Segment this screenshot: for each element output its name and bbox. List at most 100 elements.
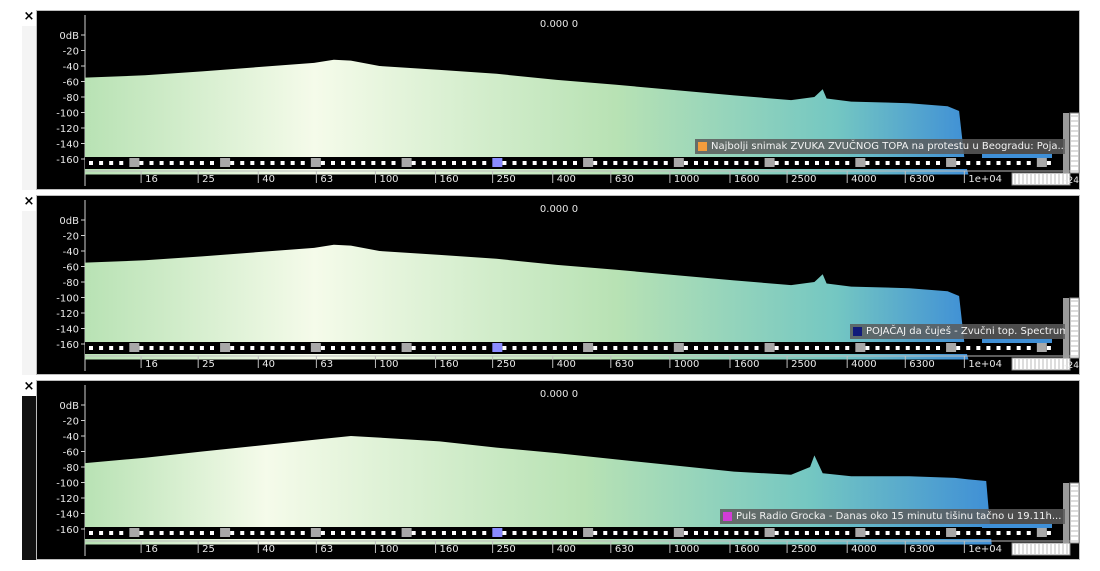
band-marker[interactable] (290, 531, 295, 535)
band-marker[interactable] (754, 531, 759, 535)
band-marker[interactable] (643, 161, 648, 165)
band-marker[interactable] (441, 346, 446, 350)
band-marker[interactable] (472, 161, 477, 165)
band-marker[interactable] (300, 346, 305, 350)
band-marker[interactable] (351, 346, 356, 350)
band-marker[interactable] (159, 346, 164, 350)
band-marker[interactable] (119, 346, 124, 350)
band-marker[interactable] (542, 531, 547, 535)
band-marker[interactable] (633, 161, 638, 165)
band-marker[interactable] (936, 531, 940, 535)
band-marker[interactable] (401, 343, 412, 352)
band-marker[interactable] (421, 531, 426, 535)
band-marker[interactable] (633, 531, 638, 535)
band-marker[interactable] (512, 161, 517, 165)
band-marker[interactable] (875, 531, 880, 535)
band-marker[interactable] (310, 528, 321, 537)
band-marker[interactable] (714, 531, 719, 535)
band-marker[interactable] (532, 161, 537, 165)
band-marker[interactable] (804, 346, 809, 350)
band-marker[interactable] (119, 531, 124, 535)
band-marker[interactable] (270, 161, 275, 165)
band-marker[interactable] (371, 161, 376, 165)
band-marker[interactable] (411, 346, 416, 350)
band-marker[interactable] (331, 531, 335, 535)
band-marker[interactable] (1046, 161, 1051, 165)
band-marker[interactable] (714, 161, 719, 165)
band-marker[interactable] (129, 158, 140, 167)
band-marker[interactable] (189, 161, 194, 165)
band-marker[interactable] (825, 161, 830, 165)
band-marker[interactable] (502, 531, 507, 535)
band-marker[interactable] (542, 346, 547, 350)
band-marker[interactable] (270, 531, 275, 535)
band-marker[interactable] (895, 531, 900, 535)
band-marker[interactable] (210, 531, 214, 535)
band-marker[interactable] (673, 158, 684, 167)
band-marker[interactable] (452, 531, 456, 535)
band-marker[interactable] (89, 346, 93, 350)
band-marker[interactable] (966, 161, 971, 165)
band-marker[interactable] (290, 161, 295, 165)
band-marker[interactable] (381, 531, 386, 535)
band-marker[interactable] (643, 346, 648, 350)
band-marker[interactable] (956, 346, 961, 350)
band-marker[interactable] (875, 346, 880, 350)
band-marker[interactable] (512, 531, 517, 535)
close-panel-button[interactable]: × (22, 10, 36, 24)
band-marker[interactable] (552, 161, 557, 165)
band-marker[interactable] (562, 346, 567, 350)
band-marker[interactable] (462, 346, 467, 350)
band-marker[interactable] (784, 346, 789, 350)
band-marker[interactable] (502, 161, 507, 165)
band-marker[interactable] (512, 346, 517, 350)
band-marker[interactable] (1046, 346, 1051, 350)
band-marker[interactable] (956, 531, 961, 535)
band-marker[interactable] (875, 161, 880, 165)
band-marker[interactable] (996, 531, 1001, 535)
band-marker[interactable] (240, 346, 245, 350)
band-marker[interactable] (996, 346, 1001, 350)
band-marker[interactable] (986, 346, 991, 350)
band-marker[interactable] (583, 528, 594, 537)
band-marker[interactable] (613, 531, 618, 535)
selection-range[interactable] (1011, 357, 1071, 371)
band-marker[interactable] (694, 346, 698, 350)
band-marker[interactable] (230, 531, 235, 535)
band-marker[interactable] (452, 346, 456, 350)
band-marker[interactable] (199, 161, 204, 165)
band-marker[interactable] (583, 343, 594, 352)
band-marker[interactable] (623, 161, 628, 165)
band-marker[interactable] (89, 161, 93, 165)
close-panel-button[interactable]: × (22, 380, 36, 394)
band-marker[interactable] (1046, 531, 1051, 535)
band-marker[interactable] (663, 346, 668, 350)
band-marker[interactable] (452, 161, 456, 165)
band-marker[interactable] (139, 346, 144, 350)
band-marker[interactable] (290, 346, 295, 350)
band-marker[interactable] (673, 343, 684, 352)
band-marker[interactable] (815, 346, 819, 350)
band-marker[interactable] (573, 531, 577, 535)
band-marker[interactable] (189, 531, 194, 535)
band-marker[interactable] (99, 346, 104, 350)
band-marker[interactable] (855, 158, 866, 167)
source-legend-item[interactable]: Najbolji snimak ZVUKA ZVUČNOG TOPA na pr… (695, 139, 1065, 154)
band-marker[interactable] (966, 346, 971, 350)
band-marker[interactable] (562, 161, 567, 165)
band-marker[interactable] (351, 531, 356, 535)
close-panel-button[interactable]: × (22, 195, 36, 209)
band-marker[interactable] (764, 528, 775, 537)
band-marker[interactable] (169, 161, 174, 165)
band-marker[interactable] (260, 161, 265, 165)
band-marker[interactable] (260, 346, 265, 350)
band-marker[interactable] (683, 346, 688, 350)
band-marker[interactable] (774, 531, 779, 535)
band-marker[interactable] (724, 531, 729, 535)
band-marker[interactable] (724, 346, 729, 350)
band-marker[interactable] (1026, 346, 1031, 350)
band-marker[interactable] (804, 161, 809, 165)
band-marker[interactable] (623, 346, 628, 350)
band-marker[interactable] (683, 161, 688, 165)
band-marker[interactable] (653, 531, 658, 535)
